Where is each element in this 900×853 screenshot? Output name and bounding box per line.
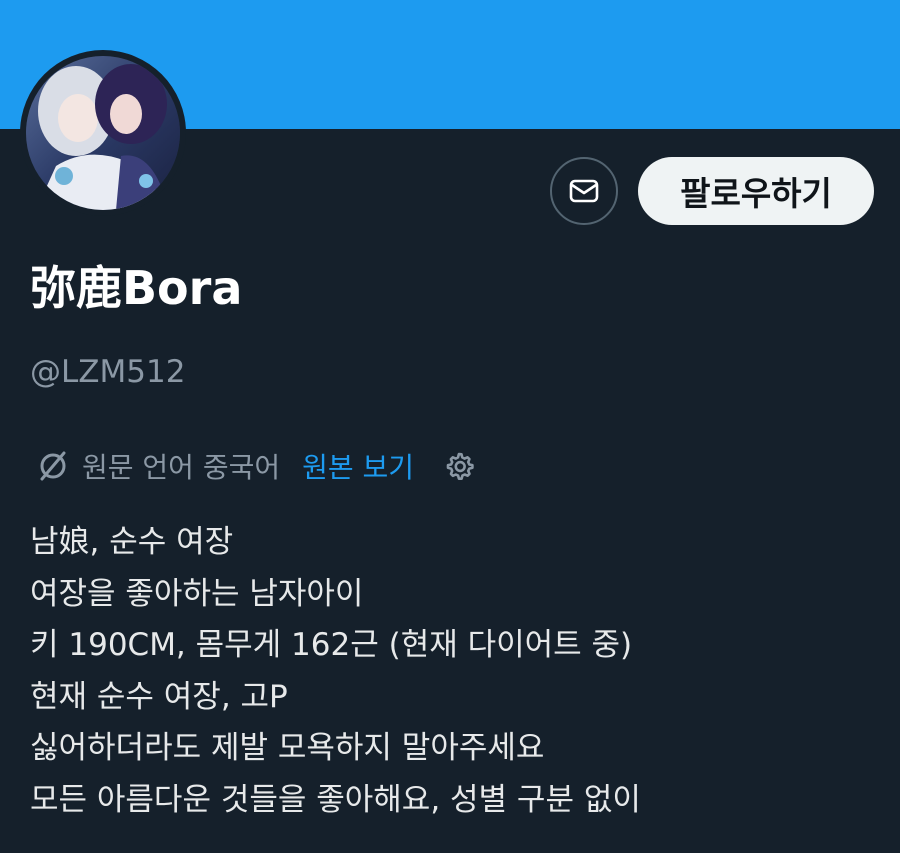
bio-line: 모든 아름다운 것들을 좋아해요, 성별 구분 없이 [30, 781, 641, 818]
translation-bar: 원문 언어 중국어 원본 보기 [36, 442, 474, 490]
envelope-icon [569, 179, 599, 203]
show-original-link[interactable]: 원본 보기 [302, 446, 414, 486]
bio-line: 키 190CM, 몸무게 162근 (현재 다이어트 중) [30, 627, 633, 663]
user-handle: @LZM512 [30, 354, 186, 390]
profile-bio: 남娘, 순수 여장 여장을 좋아하는 남자아이 키 190CM, 몸무게 162… [30, 517, 641, 826]
bio-line: 싫어하더라도 제발 모욕하지 말아주세요 [30, 730, 545, 766]
display-name: 弥鹿Bora [30, 261, 243, 315]
avatar[interactable] [26, 56, 180, 210]
follow-button[interactable]: 팔로우하기 [638, 157, 874, 225]
bio-line: 현재 순수 여장, 고P [30, 678, 288, 715]
avatar-image [26, 56, 180, 210]
translate-off-icon [36, 449, 70, 483]
bio-line: 남娘, 순수 여장 [30, 524, 234, 560]
gear-icon[interactable] [444, 451, 474, 481]
bio-line: 여장을 좋아하는 남자아이 [30, 575, 364, 612]
message-button[interactable] [550, 157, 618, 225]
follow-button-label: 팔로우하기 [680, 174, 832, 213]
source-language-text: 원문 언어 중국어 [82, 451, 281, 484]
